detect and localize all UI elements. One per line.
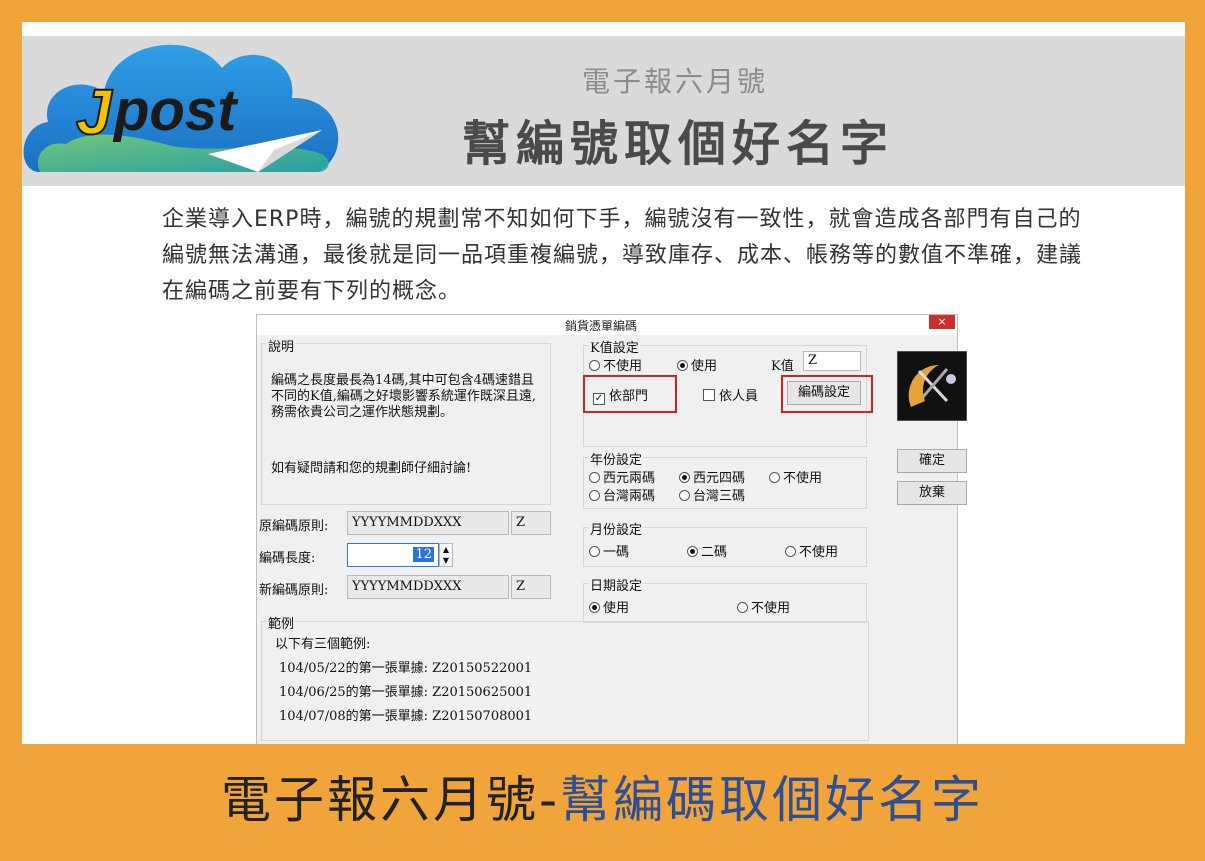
- description-text: 編碼之長度最長為14碼,其中可包含4碼速錯且不同的K值,編碼之好壞影響系統運作既…: [271, 373, 536, 420]
- new-rule-label: 新編碼原則:: [259, 583, 329, 598]
- k-on-label: 使用: [691, 359, 718, 374]
- footer-issue: 電子報六月號-: [220, 771, 561, 829]
- year-option-label: 不使用: [783, 471, 823, 486]
- page-title: 幫編號取個好名字: [462, 116, 895, 172]
- radio-selected-icon: [677, 360, 688, 371]
- dialog-titlebar: 銷貨憑單編碼 ×: [257, 315, 957, 335]
- k-value-label: K值設定: [589, 337, 640, 356]
- year-option-label: 西元兩碼: [603, 471, 656, 486]
- coding-dialog: 銷貨憑單編碼 × 說明 編碼之長度最長為14碼,其中可包含4碼速錯且不同的K值,…: [256, 314, 967, 744]
- date-label: 日期設定: [589, 575, 644, 594]
- k-off-label: 不使用: [603, 359, 643, 374]
- checkbox-checked-icon: ✓: [593, 393, 605, 405]
- k-value-input[interactable]: Z: [803, 351, 861, 371]
- new-rule-suffix: Z: [511, 575, 551, 599]
- k-input-label: K值: [771, 359, 794, 374]
- footer-banner: 電子報六月號-幫編碼取個好名字: [0, 760, 1205, 832]
- newsletter-subtitle: 電子報六月號: [582, 65, 769, 98]
- year-option-label: 台灣三碼: [693, 489, 746, 504]
- description-note: 如有疑問請和您的規劃師仔細討論!: [271, 461, 472, 476]
- logo-post-text: post: [112, 78, 239, 143]
- orig-rule-suffix: Z: [511, 511, 551, 535]
- checkbox-icon: [703, 389, 715, 401]
- year-option-ad4[interactable]: 西元四碼: [679, 467, 745, 486]
- by-dept-label: 依部門: [609, 389, 649, 404]
- radio-selected-icon: [687, 546, 698, 557]
- month-option-1[interactable]: 一碼: [589, 541, 629, 560]
- code-length-stepper[interactable]: ▲ ▼: [439, 543, 453, 567]
- year-option-label: 西元四碼: [693, 471, 746, 486]
- jpost-logo: J post: [23, 44, 339, 172]
- month-label: 月份設定: [589, 519, 644, 538]
- code-length-input[interactable]: 12: [347, 543, 439, 567]
- date-option-use[interactable]: 使用: [589, 597, 629, 616]
- example-item: 104/06/25的第一張單據: Z20150625001: [279, 685, 533, 700]
- radio-icon: [785, 546, 796, 557]
- by-person-label: 依人員: [719, 389, 759, 404]
- orig-rule-label: 原編碼原則:: [259, 519, 329, 534]
- radio-icon: [589, 546, 600, 557]
- dialog-title: 銷貨憑單編碼: [565, 319, 638, 333]
- example-intro: 以下有三個範例:: [275, 637, 371, 652]
- date-option-label: 不使用: [751, 601, 791, 616]
- content-frame: J post 電子報六月號 幫編號取個好名字 企業導入ERP時，編號的規劃常不知…: [22, 22, 1185, 744]
- new-rule-field: YYYYMMDDXXX: [347, 575, 509, 599]
- k-on-radio[interactable]: 使用: [677, 355, 717, 374]
- radio-icon: [589, 490, 600, 501]
- code-setting-button[interactable]: 編碼設定: [787, 381, 861, 405]
- date-option-none[interactable]: 不使用: [737, 597, 790, 616]
- month-option-label: 一碼: [603, 545, 630, 560]
- radio-icon: [737, 602, 748, 613]
- intro-paragraph: 企業導入ERP時，編號的規劃常不知如何下手，編號沒有一致性，就會造成各部門有自己…: [162, 207, 1083, 304]
- footer-title: 幫編碼取個好名字: [560, 771, 985, 829]
- month-option-2[interactable]: 二碼: [687, 541, 727, 560]
- radio-icon: [589, 472, 600, 483]
- by-dept-checkbox[interactable]: ✓ 依部門: [593, 385, 648, 405]
- app-logo-icon: [897, 351, 967, 421]
- month-option-label: 二碼: [701, 545, 728, 560]
- confirm-button[interactable]: 確定: [897, 449, 967, 473]
- year-option-none[interactable]: 不使用: [769, 467, 822, 486]
- year-option-label: 台灣兩碼: [603, 489, 656, 504]
- description-label: 說明: [267, 336, 296, 355]
- example-item: 104/07/08的第一張單據: Z20150708001: [279, 709, 533, 724]
- code-length-label: 編碼長度:: [259, 551, 316, 566]
- close-button[interactable]: ×: [929, 315, 955, 329]
- month-option-none[interactable]: 不使用: [785, 541, 838, 560]
- cancel-button[interactable]: 放棄: [897, 481, 967, 505]
- orig-rule-field: YYYYMMDDXXX: [347, 511, 509, 535]
- code-length-value: 12: [413, 547, 434, 562]
- month-option-label: 不使用: [799, 545, 839, 560]
- k-off-radio[interactable]: 不使用: [589, 355, 642, 374]
- year-option-ad2[interactable]: 西元兩碼: [589, 467, 655, 486]
- radio-selected-icon: [589, 602, 600, 613]
- stepper-down-icon[interactable]: ▼: [440, 555, 452, 566]
- year-option-tw3[interactable]: 台灣三碼: [679, 485, 745, 504]
- example-item: 104/05/22的第一張單據: Z20150522001: [279, 661, 533, 676]
- by-person-checkbox[interactable]: 依人員: [703, 385, 758, 404]
- stepper-up-icon[interactable]: ▲: [440, 544, 452, 555]
- date-option-label: 使用: [603, 601, 630, 616]
- radio-selected-icon: [679, 472, 690, 483]
- radio-icon: [679, 490, 690, 501]
- logo-j-letter: J: [76, 76, 113, 148]
- year-label: 年份設定: [589, 449, 644, 468]
- example-label: 範例: [267, 613, 296, 632]
- radio-icon: [769, 472, 780, 483]
- description-group: [261, 343, 551, 505]
- radio-icon: [589, 360, 600, 371]
- year-option-tw2[interactable]: 台灣兩碼: [589, 485, 655, 504]
